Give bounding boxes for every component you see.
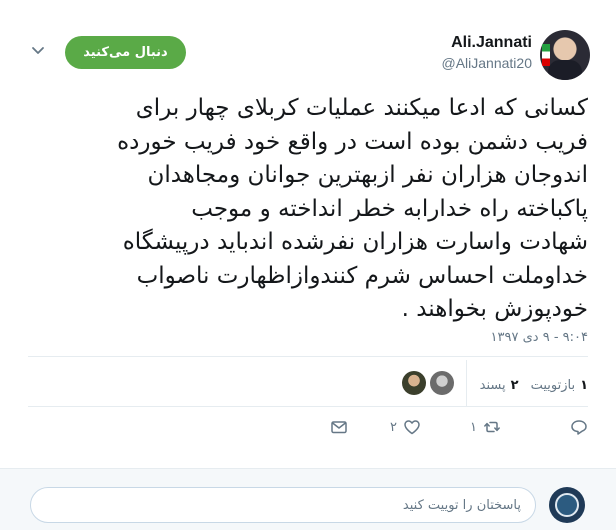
account-logo-icon	[555, 493, 579, 517]
retweets-stat[interactable]: ۱ بازتوییت	[531, 378, 588, 393]
reply-input[interactable]: پاسختان را توییت کنید	[30, 487, 536, 523]
reply-button[interactable]	[570, 418, 588, 436]
tweet-line: خداوملت احساس شرم کنندوازاظهارت ناصواب	[136, 262, 588, 289]
tweet-timestamp[interactable]: ۹:۰۴ - ۹ دی ۱۳۹۷	[491, 330, 588, 345]
liker-avatar[interactable]	[430, 371, 454, 395]
heart-icon	[404, 420, 420, 435]
tweet-line: فریب دشمن بوده است در واقع خود فریب خورد…	[117, 128, 588, 155]
likes-count: ۲	[510, 377, 519, 393]
author-avatar[interactable]	[540, 30, 590, 80]
tweet-line: خودپوزش بخواهند .	[401, 296, 588, 322]
tweet-line: اندوجان هزاران نفر ازبهترین جوانان ومجاه…	[147, 162, 588, 188]
retweet-count: ۱	[470, 419, 477, 435]
current-user-avatar[interactable]	[549, 487, 585, 523]
envelope-icon	[331, 421, 347, 434]
retweet-icon	[484, 421, 500, 433]
tweet-card: Ali.Jannati @AliJannati20 دنبال می‌کنید …	[0, 0, 616, 468]
chevron-down-icon[interactable]	[31, 44, 45, 58]
tweet-line: پاکباخته راه خدارابه خطر انداخته و موجب	[191, 195, 588, 222]
reply-area: پاسختان را توییت کنید	[0, 468, 616, 530]
direct-message-button[interactable]	[330, 418, 348, 436]
author-name[interactable]: Ali.Jannati	[451, 34, 532, 52]
like-button[interactable]: ۲	[390, 418, 421, 436]
stats-separator	[466, 360, 467, 406]
flag-icon	[542, 44, 550, 66]
tweet-line: شهادت واسارت هزاران نفرشده اندباید درپیش…	[122, 229, 588, 255]
likes-stat[interactable]: ۲ پسند	[480, 378, 519, 393]
liker-avatar[interactable]	[402, 371, 426, 395]
divider	[28, 356, 588, 357]
following-button[interactable]: دنبال می‌کنید	[65, 36, 186, 69]
retweet-button[interactable]: ۱	[470, 418, 501, 436]
tweet-actions: ۱ ۲	[0, 410, 616, 450]
reply-icon	[571, 420, 587, 435]
retweets-label: بازتوییت	[530, 377, 576, 393]
retweets-count: ۱	[580, 377, 588, 393]
like-count: ۲	[390, 419, 397, 435]
author-handle[interactable]: @AliJannati20	[442, 55, 533, 71]
likers-avatars	[402, 371, 454, 395]
engagement-stats: ۱ بازتوییت ۲ پسند	[468, 368, 588, 402]
likes-label: پسند	[479, 377, 506, 393]
tweet-text: کسانی که ادعا میکنند عملیات کربلای چهار …	[28, 92, 588, 327]
tweet-line: کسانی که ادعا میکنند عملیات کربلای چهار …	[135, 95, 588, 121]
divider	[28, 406, 588, 407]
